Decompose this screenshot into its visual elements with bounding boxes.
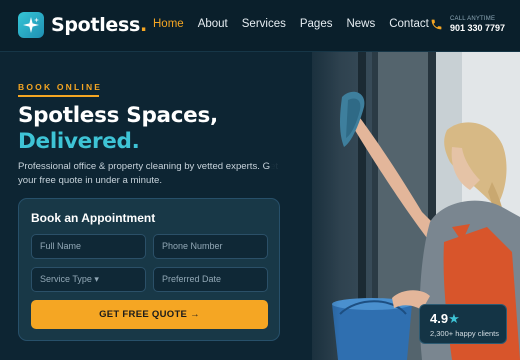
nav-home[interactable]: Home: [153, 17, 184, 31]
main-nav: Home About Services Pages News Contact: [153, 17, 443, 31]
brand-dot: .: [140, 14, 147, 36]
phone-icon: [431, 19, 442, 30]
brand-name[interactable]: Spotless.: [51, 13, 147, 37]
rating-badge: 4.9★ 2,300+ happy clients: [419, 304, 507, 344]
nav-about[interactable]: About: [198, 17, 228, 31]
preferred-date-field[interactable]: Preferred Date: [153, 267, 268, 292]
eyebrow-label: BOOK ONLINE: [18, 82, 103, 92]
phone-number[interactable]: 901 330 7797: [450, 23, 505, 34]
hero-title-line1: Spotless Spaces,: [18, 103, 218, 128]
booking-title: Book an Appointment: [31, 211, 156, 225]
rating-score: 4.9★: [430, 311, 460, 326]
star-icon: ★: [448, 311, 460, 326]
call-label: CALL ANYTIME: [450, 16, 496, 22]
hero-title-line2: Delivered.: [18, 129, 140, 154]
photo-fade-overlay: [270, 52, 340, 360]
nav-news[interactable]: News: [346, 17, 375, 31]
eyebrow-underline: [18, 95, 99, 97]
rating-value: 4.9: [430, 311, 449, 326]
brand-text: Spotless: [51, 14, 141, 36]
get-free-quote-button[interactable]: GET FREE QUOTE →: [31, 300, 268, 329]
sparkle-icon: [23, 17, 39, 33]
hero-subtext: Professional office & property cleaning …: [18, 161, 279, 186]
site-header: Spotless. Home About Services Pages News…: [0, 0, 520, 52]
logo-mark[interactable]: [18, 12, 44, 38]
happy-clients-count: 2,300+ happy clients: [430, 329, 500, 338]
nav-pages[interactable]: Pages: [300, 17, 333, 31]
service-type-select[interactable]: Service Type ▾: [31, 267, 146, 292]
full-name-field[interactable]: Full Name: [31, 234, 146, 259]
phone-number-field[interactable]: Phone Number: [153, 234, 268, 259]
nav-contact[interactable]: Contact: [389, 17, 429, 31]
booking-card: Book an Appointment Full Name Phone Numb…: [18, 198, 280, 341]
nav-services[interactable]: Services: [242, 17, 286, 31]
